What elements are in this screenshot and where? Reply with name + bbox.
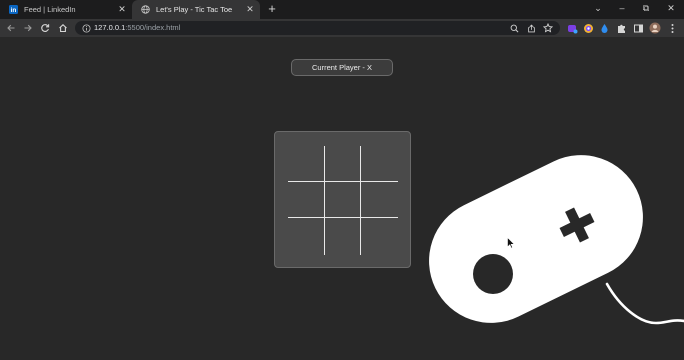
url-host: 127.0.0.1	[94, 23, 126, 32]
linkedin-icon: in	[9, 5, 18, 14]
url-text: 127.0.0.1:5500/index.html	[94, 21, 180, 35]
board-cell-5[interactable]	[361, 182, 397, 218]
forward-arrow-icon	[24, 24, 32, 32]
extensions-puzzle-icon[interactable]	[615, 22, 627, 34]
tab-strip: in Feed | LinkedIn ✕ Let's Play - Tic Ta…	[0, 0, 684, 19]
browser-toolbar: 127.0.0.1:5500/index.html	[0, 19, 684, 37]
game-controller-icon	[429, 155, 684, 325]
board-cell-3[interactable]	[288, 182, 324, 218]
restore-button[interactable]: ⧉	[634, 0, 658, 19]
board-cell-7[interactable]	[325, 218, 361, 254]
tab-close-icon[interactable]: ✕	[116, 4, 128, 15]
tab-tic-tac-toe[interactable]: Let's Play - Tic Tac Toe ✕	[132, 0, 260, 19]
tab-title: Feed | LinkedIn	[24, 5, 76, 14]
chrome-menu-icon[interactable]	[666, 22, 678, 34]
extension-colorful-icon[interactable]	[582, 22, 594, 34]
board-cell-0[interactable]	[288, 146, 324, 182]
home-icon	[59, 24, 67, 33]
mouse-cursor-icon	[507, 237, 515, 249]
profile-avatar-icon[interactable]	[649, 22, 661, 34]
svg-text:in: in	[11, 7, 17, 14]
address-bar[interactable]: 127.0.0.1:5500/index.html	[75, 21, 560, 35]
reload-button[interactable]	[39, 22, 51, 34]
tab-title: Let's Play - Tic Tac Toe	[156, 5, 233, 14]
bookmark-star-icon[interactable]	[543, 23, 553, 33]
controller-joystick	[473, 254, 513, 294]
globe-icon	[141, 5, 150, 14]
tab-search-dropdown-icon[interactable]: ⌄	[586, 0, 610, 19]
new-tab-button[interactable]: +	[265, 2, 279, 16]
url-path: :5500/index.html	[125, 23, 181, 32]
board-cell-8[interactable]	[361, 218, 397, 254]
tab-linkedin-feed[interactable]: in Feed | LinkedIn ✕	[0, 0, 132, 19]
share-icon[interactable]	[526, 23, 536, 33]
board-cell-2[interactable]	[361, 146, 397, 182]
extension-purple-icon[interactable]	[566, 22, 578, 34]
minimize-button[interactable]: –	[610, 0, 634, 19]
tab-close-icon[interactable]: ✕	[244, 4, 256, 15]
board-cell-4[interactable]	[325, 182, 361, 218]
close-window-button[interactable]: ✕	[659, 0, 683, 19]
back-arrow-icon	[7, 24, 15, 32]
forward-button[interactable]	[22, 22, 34, 34]
site-info-icon[interactable]	[81, 23, 91, 33]
reload-icon	[41, 24, 50, 32]
page-content: Current Player - X	[0, 37, 684, 360]
current-player-label: Current Player - X	[291, 59, 393, 76]
zoom-icon[interactable]	[509, 23, 519, 33]
extension-drop-icon[interactable]	[598, 22, 610, 34]
home-button[interactable]	[57, 22, 69, 34]
board-cell-1[interactable]	[325, 146, 361, 182]
side-panel-icon[interactable]	[632, 22, 644, 34]
game-board	[274, 131, 411, 268]
back-button[interactable]	[5, 22, 17, 34]
board-cell-6[interactable]	[288, 218, 324, 254]
controller-cable	[605, 282, 684, 325]
